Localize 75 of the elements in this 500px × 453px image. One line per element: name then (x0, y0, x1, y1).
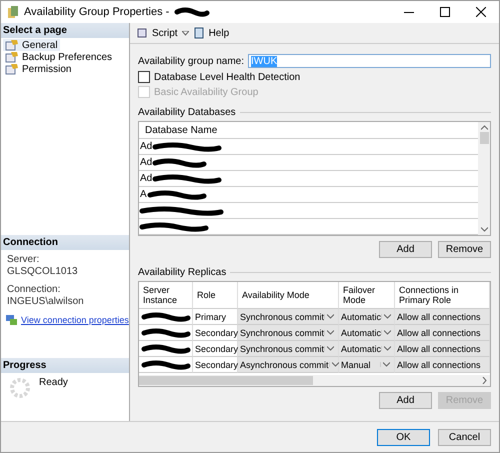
table-cell: Secondary (195, 344, 238, 354)
table-cell: Secondary (195, 328, 238, 338)
action-button[interactable]: Add (379, 392, 432, 409)
table-cell: Allow all connections (397, 312, 481, 322)
column-header: Availability Mode (242, 290, 310, 300)
checkbox-label: Basic Availability Group (154, 86, 258, 98)
close-icon[interactable] (476, 7, 486, 17)
action-button[interactable]: Remove (438, 241, 491, 258)
dropdown[interactable]: Automatic (339, 341, 395, 357)
checkbox[interactable] (138, 71, 150, 83)
action-button[interactable]: Add (379, 241, 432, 258)
chevron-down-icon (332, 362, 339, 367)
user-name: INGEUS\alwilson (7, 296, 84, 307)
checkbox-label: Database Level Health Detection (154, 72, 300, 82)
connection-properties-link[interactable]: View connection properties (21, 315, 129, 325)
app-icon (7, 5, 19, 19)
chevron-down-icon (327, 346, 334, 351)
window-title: Availability Group Properties - (24, 6, 170, 18)
script-button[interactable]: Script (152, 28, 178, 38)
help-icon (192, 27, 205, 39)
page-icon (5, 51, 19, 63)
dropdown[interactable]: Asynchronous commit (238, 357, 339, 373)
column-header: Connections in Primary Role (399, 285, 460, 305)
chevron-down-icon (384, 330, 392, 335)
connection-label: Connection: (7, 284, 60, 295)
sidebar-item[interactable]: Permission (3, 63, 74, 75)
dropdown[interactable]: Automatic (339, 309, 395, 325)
section-header: Progress (1, 358, 129, 373)
table-cell: Primary (195, 312, 226, 322)
sidebar-item[interactable]: General (3, 39, 60, 51)
column-header: Failover Mode (343, 285, 376, 305)
chevron-down-icon (327, 314, 334, 319)
chevron-down-icon (383, 362, 390, 367)
chevron-down-icon (384, 314, 392, 319)
scrollbar-thumb[interactable] (139, 376, 313, 385)
group-title: Availability Replicas (138, 267, 226, 278)
group-title: Availability Databases (138, 107, 236, 118)
chevron-down-icon (384, 346, 392, 351)
table-cell: Allow all connections (397, 360, 481, 370)
maximize-icon[interactable] (440, 7, 450, 17)
column-header: Server Instance (143, 285, 178, 305)
progress-status: Ready (39, 377, 68, 390)
table-cell: Ad (139, 157, 152, 168)
chevron-down-icon (327, 330, 334, 335)
dropdown[interactable]: Automatic (339, 325, 395, 341)
table-cell: Allow all connections (397, 328, 481, 338)
scrollbar-thumb[interactable] (480, 132, 488, 144)
page-icon (5, 39, 19, 51)
table-cell: A (139, 189, 147, 200)
section-header: Select a page (1, 23, 129, 38)
server-label: Server: (7, 254, 40, 265)
help-button[interactable]: Help (208, 28, 230, 38)
dropdown[interactable]: Manual (339, 357, 395, 373)
dropdown[interactable]: Synchronous commit (238, 341, 339, 357)
page-icon (5, 63, 19, 75)
dialog-button[interactable]: OK (377, 428, 430, 446)
dialog-button[interactable]: Cancel (438, 428, 491, 446)
column-header: Role (197, 290, 216, 300)
field-label: Availability group name: (138, 56, 244, 66)
table-cell: Secondary (195, 360, 238, 370)
table-cell: Ad (139, 141, 152, 152)
caret-icon (182, 30, 189, 36)
spinner-icon (9, 377, 31, 399)
dropdown[interactable]: Synchronous commit (238, 325, 339, 341)
table-cell: Ad (139, 173, 152, 184)
script-icon (136, 27, 148, 39)
table-cell: Allow all connections (397, 344, 481, 354)
network-icon (5, 314, 18, 326)
section-header: Connection (1, 235, 129, 250)
sidebar-item[interactable]: Backup Preferences (3, 51, 114, 63)
scrollbar[interactable] (139, 375, 490, 386)
column-header: Database Name (139, 122, 478, 139)
server-name: GLSQCOL1013 (7, 266, 78, 277)
scrollbar[interactable] (478, 122, 490, 235)
dropdown[interactable]: Synchronous commit (238, 309, 339, 325)
